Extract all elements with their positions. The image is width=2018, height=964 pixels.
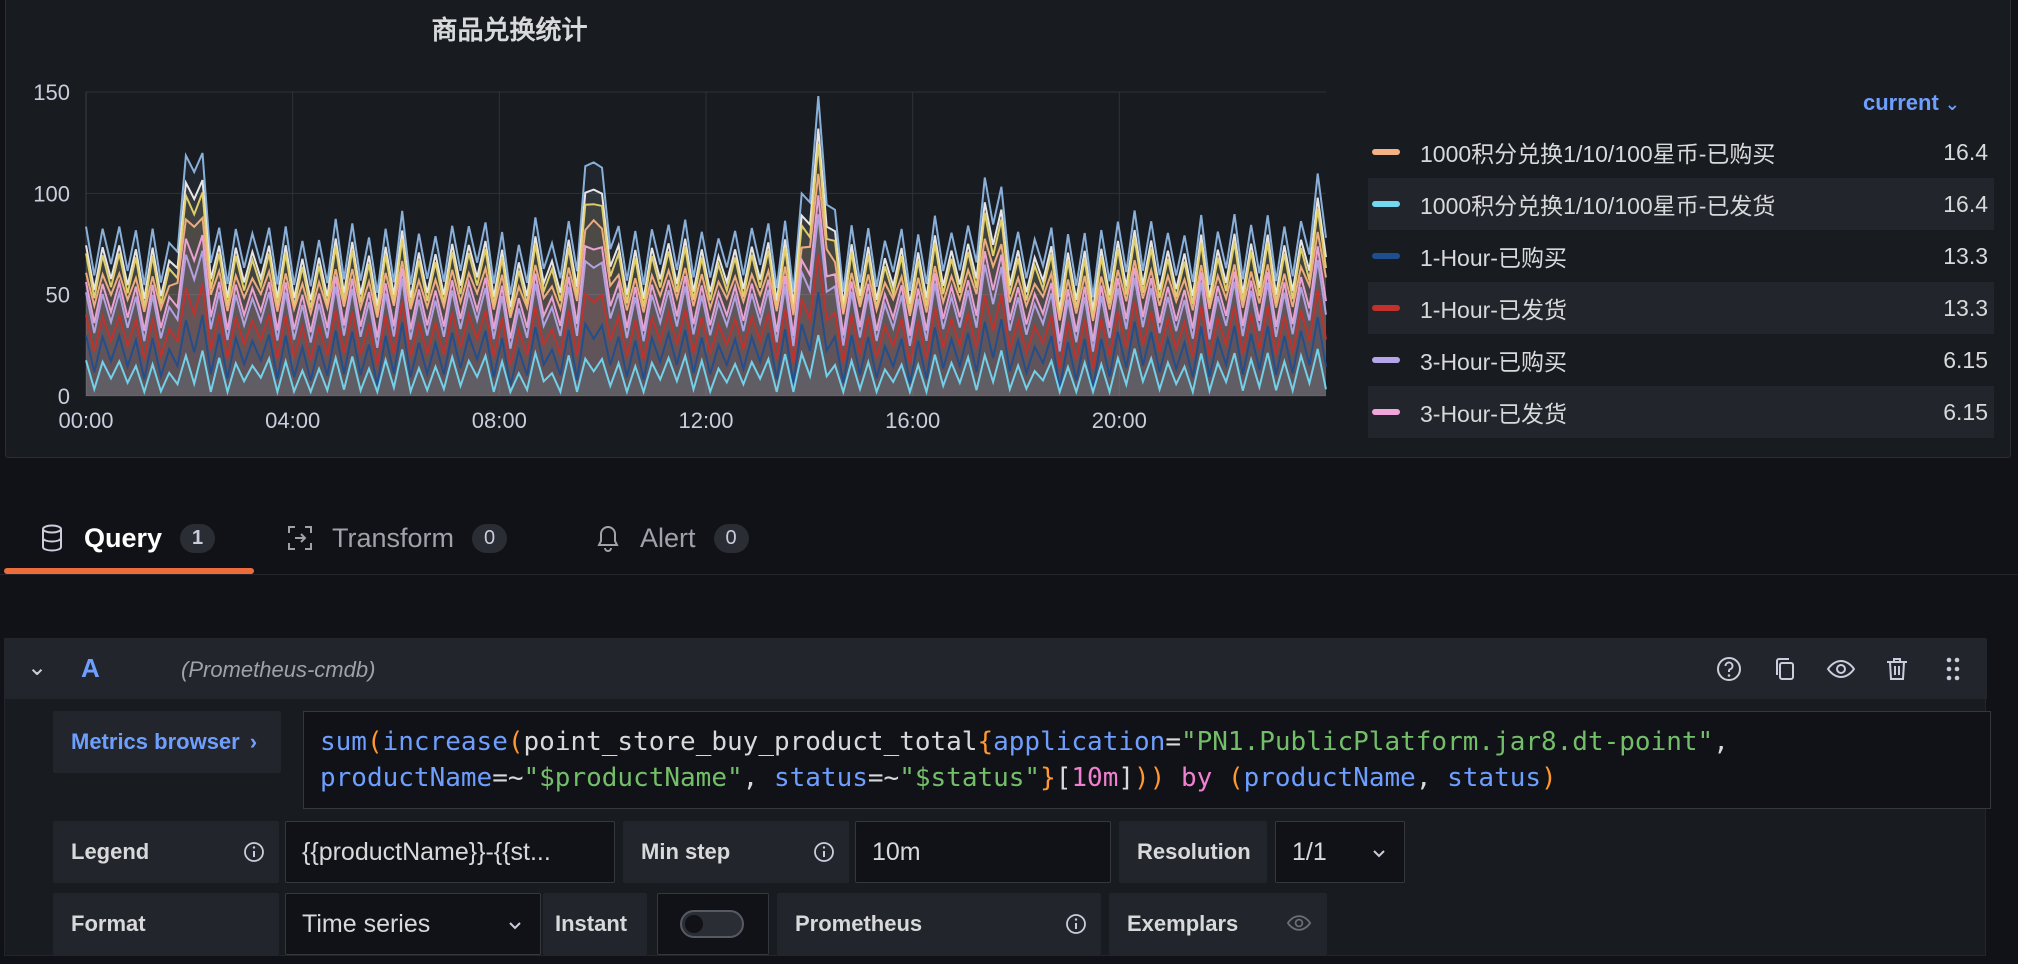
legend-item-value: 16.4 [1943,190,1988,217]
query-line-2: productName=~"$productName", status=~"$s… [320,763,1557,793]
legend-item-value: 6.15 [1943,346,1988,373]
x-tick-label: 04:00 [265,408,320,433]
legend-item[interactable]: 1000积分兑换1/10/100星币-已购买 16.4 [1368,126,1994,178]
legend-item-name: 3-Hour-已发货 [1420,401,1567,427]
tab-transform[interactable]: Transform 0 [286,500,508,576]
legend-item-name: 1-Hour-已发货 [1420,297,1567,323]
tab-alert-count: 0 [713,523,749,553]
tab-transform-count: 0 [472,523,508,553]
graph-panel: 商品兑换统计 0 50 100 150 00:00 04:00 08:00 12:00 16:0… [5,0,2011,458]
x-tick-label: 12:00 [678,408,733,433]
legend-swatch [1372,409,1400,415]
trash-icon[interactable] [1879,653,1915,685]
query-row-a: ⌄ A (Prometheus-cmdb) Metrics browser › s… [4,638,1991,956]
legend-swatch [1372,149,1400,155]
chevron-down-icon [506,912,524,941]
y-tick-label: 0 [58,384,70,409]
format-value: Time series [302,909,431,938]
legend-item[interactable]: 3-Hour-已发货 6.15 [1368,386,1994,438]
min-step-label: Min step [623,821,849,883]
instant-toggle[interactable] [680,910,744,938]
legend-item-name: 1000积分兑换1/10/100星币-已购买 [1420,141,1776,167]
x-tick-label: 20:00 [1092,408,1147,433]
query-actions [1711,653,1971,685]
legend-sort-header[interactable]: current ⌄ [1863,90,1960,116]
tab-query[interactable]: Query 1 [38,500,216,576]
legend-item[interactable]: 1000积分兑换1/10/100星币-已发货 16.4 [1368,178,1994,230]
legend-list: 1000积分兑换1/10/100星币-已购买 16.4 1000积分兑换1/10/1… [1368,126,1994,438]
tab-query-count: 1 [180,523,216,553]
transform-icon [286,524,314,552]
resolution-select[interactable]: 1/1 [1275,821,1405,883]
legend-format-input[interactable]: {{productName}}-{{st... [285,821,615,883]
legend-item-name: 3-Hour-已购买 [1420,349,1567,375]
legend-swatch [1372,253,1400,259]
tab-query-label: Query [84,522,163,553]
instant-toggle-container [657,893,769,955]
x-tick-label: 16:00 [885,408,940,433]
format-select[interactable]: Time series [285,893,541,955]
x-tick-label: 00:00 [58,408,113,433]
query-ref-id[interactable]: A [81,653,100,684]
query-row-header: ⌄ A (Prometheus-cmdb) [5,639,1987,699]
legend-item[interactable]: 1-Hour-已发货 13.3 [1368,282,1994,334]
metrics-browser-button[interactable]: Metrics browser › [53,711,281,773]
min-step-input[interactable]: 10m [855,821,1111,883]
info-icon[interactable] [243,841,265,869]
x-tick-label: 08:00 [472,408,527,433]
legend-item-value: 16.4 [1943,138,1988,165]
editor-tabs: Query 1 Transform 0 Alert 0 [0,500,2018,576]
legend-option-label: Legend [53,821,279,883]
tab-alert-label: Alert [640,522,696,553]
legend-item-name: 1000积分兑换1/10/100星币-已发货 [1420,193,1776,219]
legend-header-label: current [1863,90,1939,115]
toggle-knob [685,915,703,933]
tab-transform-label: Transform [332,522,455,553]
query-line-1: sum(increase(point_store_buy_product_tot… [320,727,1729,757]
legend-item-value: 13.3 [1943,242,1988,269]
exemplars-label: Exemplars [1109,893,1327,955]
legend-item[interactable]: 1-Hour-已购买 13.3 [1368,230,1994,282]
bell-icon [594,524,622,552]
eye-icon[interactable] [1823,653,1859,685]
tab-alert[interactable]: Alert 0 [594,500,749,576]
collapse-chevron-icon[interactable]: ⌄ [27,653,47,682]
chevron-down-icon [1370,840,1388,869]
chevron-down-icon: ⌄ [1944,94,1960,114]
legend-item-value: 6.15 [1943,398,1988,425]
tabs-divider [0,574,2018,575]
time-series-chart[interactable]: 0 50 100 150 00:00 04:00 08:00 12:00 16:00 20:00 [6,0,1366,458]
help-icon[interactable] [1711,653,1747,685]
legend-item[interactable]: 3-Hour-已购买 6.15 [1368,334,1994,386]
y-tick-label: 150 [33,80,70,105]
format-label: Format [53,893,279,955]
legend-swatch [1372,305,1400,311]
y-tick-label: 100 [33,181,70,206]
query-datasource: (Prometheus-cmdb) [181,657,376,682]
prometheus-type-label: Prometheus [777,893,1101,955]
legend-swatch [1372,357,1400,363]
database-icon [38,524,66,552]
info-icon[interactable] [1065,913,1087,941]
info-icon[interactable] [813,841,835,869]
duplicate-icon[interactable] [1767,653,1803,685]
drag-handle-icon[interactable] [1935,653,1971,685]
metrics-browser-label: Metrics browser [71,729,240,754]
promql-query-editor[interactable]: sum(increase(point_store_buy_product_tot… [303,711,1991,809]
y-tick-label: 50 [46,283,70,308]
legend-swatch [1372,201,1400,207]
resolution-label: Resolution [1119,821,1267,883]
resolution-value: 1/1 [1292,837,1327,866]
instant-label: Instant [543,893,647,955]
chevron-right-icon: › [249,729,258,754]
legend-item-value: 13.3 [1943,294,1988,321]
legend-item-name: 1-Hour-已购买 [1420,245,1567,271]
eye-icon[interactable] [1285,911,1313,941]
